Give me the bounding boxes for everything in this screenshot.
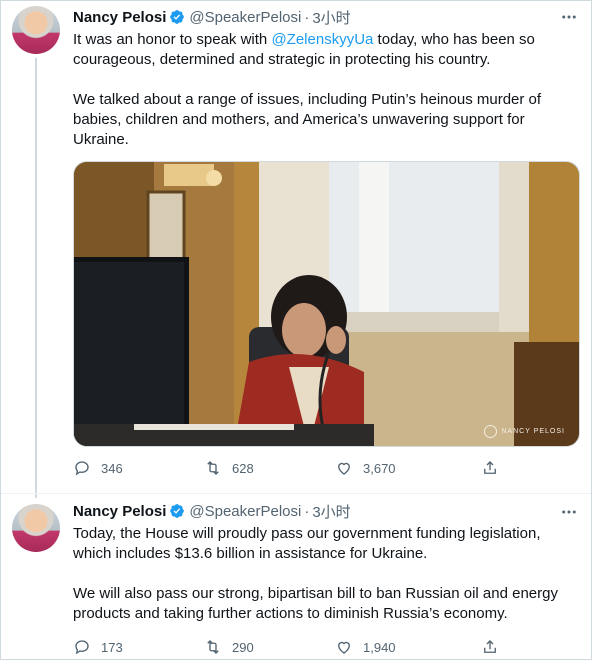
more-icon: [562, 510, 576, 514]
share-button[interactable]: [481, 638, 499, 656]
tweet-header: Nancy Pelosi @SpeakerPelosi · 3小时: [73, 6, 351, 28]
author-name[interactable]: Nancy Pelosi: [73, 9, 166, 26]
separator-dot: ·: [304, 8, 310, 26]
like-button[interactable]: 3,670: [335, 459, 481, 477]
author-name[interactable]: Nancy Pelosi: [73, 503, 166, 520]
verified-icon: [170, 504, 185, 518]
more-icon: [562, 15, 576, 19]
like-icon: [338, 462, 350, 475]
tweet-header: Nancy Pelosi @SpeakerPelosi · 3小时: [73, 500, 351, 522]
mention-link[interactable]: @ZelenskyyUa: [271, 31, 373, 48]
reply-icon: [75, 640, 89, 655]
thread-connector-line: [35, 58, 37, 498]
author-handle[interactable]: @SpeakerPelosi: [189, 9, 301, 26]
photo-illustration: [74, 162, 579, 446]
author-handle[interactable]: @SpeakerPelosi: [189, 503, 301, 520]
reply-count: 346: [101, 460, 123, 476]
tweet-text-paragraph: We talked about a range of issues, inclu…: [73, 91, 542, 148]
retweet-button[interactable]: 628: [204, 459, 335, 477]
timeline: Nancy Pelosi @SpeakerPelosi · 3小时 It was…: [0, 0, 592, 660]
retweet-icon: [207, 640, 219, 654]
retweet-count: 290: [232, 639, 254, 655]
like-button[interactable]: 1,940: [335, 638, 481, 656]
share-icon: [484, 640, 496, 653]
like-count: 3,670: [363, 460, 396, 476]
reply-button[interactable]: 173: [73, 638, 204, 656]
like-count: 1,940: [363, 639, 396, 655]
tweet[interactable]: Nancy Pelosi @SpeakerPelosi · 3小时 It was…: [1, 1, 591, 498]
tweet-text: It was an honor to speak with @Zelenskyy…: [73, 30, 573, 70]
separator-dot: ·: [304, 502, 310, 520]
retweet-icon: [207, 461, 219, 475]
more-options-button[interactable]: [559, 7, 579, 27]
share-icon: [484, 461, 496, 474]
tweet-text: Today, the House will proudly pass our g…: [73, 525, 541, 562]
reply-count: 173: [101, 639, 123, 655]
retweet-button[interactable]: 290: [204, 638, 335, 656]
photo-credit: NANCY PELOSI: [484, 425, 565, 438]
more-options-button[interactable]: [559, 502, 579, 522]
verified-icon: [170, 10, 185, 24]
tweet-text-part: It was an honor to speak with: [73, 31, 272, 48]
reply-icon: [75, 461, 89, 476]
tweet-actions: 346 628 3,670: [73, 456, 503, 480]
retweet-count: 628: [232, 460, 254, 476]
tweet-actions: 173 290 1,940: [73, 635, 503, 659]
timestamp[interactable]: 3小时: [312, 501, 350, 522]
share-button[interactable]: [481, 459, 499, 477]
tweet-text-paragraph: We will also pass our strong, bipartisan…: [73, 585, 558, 622]
seal-logo-icon: [484, 425, 498, 438]
timestamp[interactable]: 3小时: [312, 7, 350, 28]
photo-credit-text: NANCY PELOSI: [501, 428, 565, 435]
avatar[interactable]: [12, 504, 60, 552]
like-icon: [338, 641, 350, 654]
tweet[interactable]: Nancy Pelosi @SpeakerPelosi · 3小时 Today,…: [1, 493, 591, 659]
tweet-photo[interactable]: NANCY PELOSI: [73, 161, 580, 447]
avatar[interactable]: [12, 6, 60, 54]
reply-button[interactable]: 346: [73, 459, 204, 477]
